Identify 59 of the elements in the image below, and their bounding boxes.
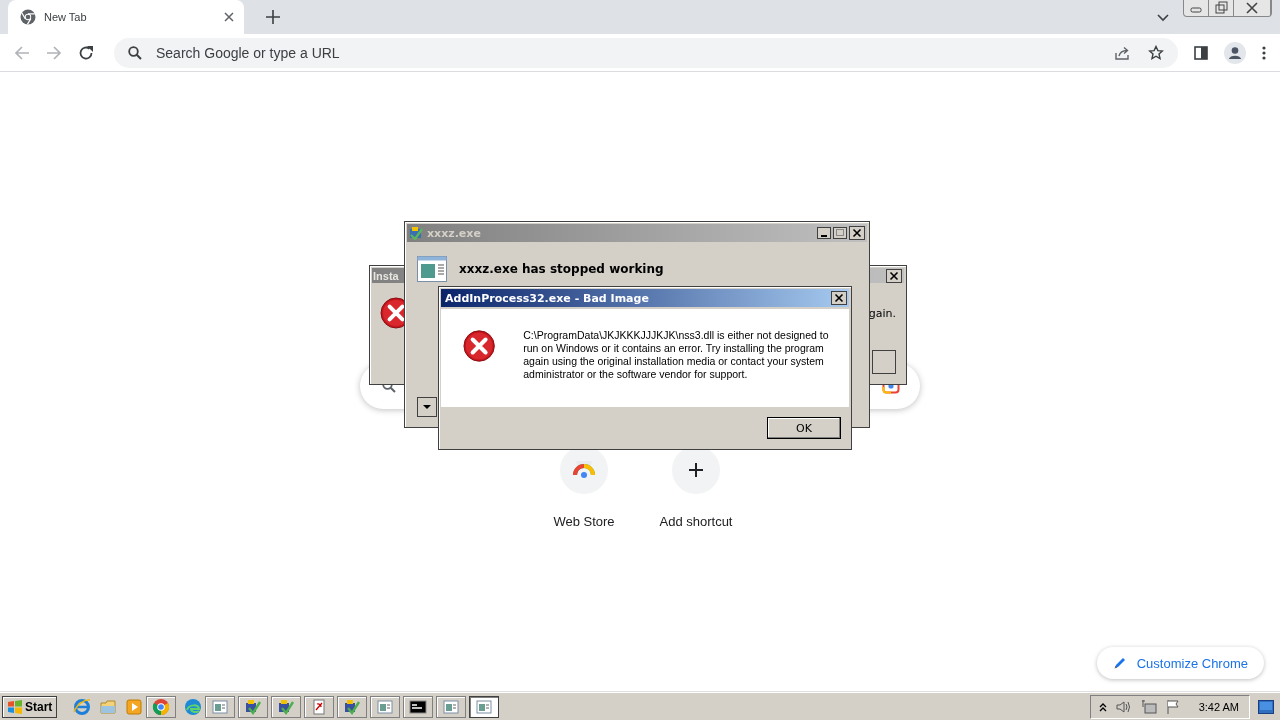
- shortcut-tile[interactable]: Add shortcut: [648, 446, 744, 529]
- share-icon[interactable]: [1114, 44, 1130, 61]
- installer-icon: [244, 697, 263, 716]
- window-title: xxxz.exe: [427, 226, 481, 240]
- console-icon: [409, 697, 428, 716]
- tab-title: New Tab: [44, 11, 88, 23]
- media-player-icon[interactable]: [125, 697, 144, 716]
- dialog-message: C:\ProgramData\JKJKKKJJJKJK\nss3.dll is either not designed to run on Windows or it contains an error. Try installing the program again using the original installation media or contact your system administrator or the software vendor for support.: [523, 329, 829, 382]
- shortcut-tile[interactable]: Web Store: [536, 446, 632, 529]
- address-input[interactable]: Search Google or type a URL: [154, 43, 1096, 62]
- window-icon: [376, 697, 395, 716]
- chrome-icon: [152, 697, 171, 716]
- reload-icon[interactable]: [78, 44, 94, 61]
- dialog-heading: xxxz.exe has stopped working: [459, 262, 664, 276]
- installer-icon: [343, 697, 362, 716]
- customize-chrome-button[interactable]: Customize Chrome: [1096, 647, 1264, 679]
- search-icon: [128, 45, 142, 60]
- error-icon: [463, 329, 496, 363]
- taskbar-button[interactable]: [271, 695, 302, 718]
- window-icon: [442, 697, 461, 716]
- show-hidden-icons-icon[interactable]: [1098, 701, 1107, 712]
- clock[interactable]: 3:42 AM: [1198, 700, 1239, 713]
- network-icon[interactable]: [1140, 698, 1157, 715]
- installer-icon: [409, 226, 423, 240]
- side-panel-icon[interactable]: [1194, 45, 1208, 60]
- taskbar-button[interactable]: [238, 695, 269, 718]
- close-icon[interactable]: [849, 226, 865, 240]
- taskbar-button[interactable]: [469, 695, 500, 718]
- minimize-icon[interactable]: [817, 227, 831, 239]
- start-button[interactable]: Start: [2, 695, 58, 718]
- new-tab-icon[interactable]: [266, 10, 280, 24]
- close-icon[interactable]: [886, 268, 902, 283]
- dialog-message: gain.: [868, 307, 896, 320]
- profile-avatar-icon[interactable]: [1224, 41, 1246, 64]
- close-icon[interactable]: [831, 291, 847, 305]
- close-icon[interactable]: [224, 12, 234, 22]
- browser-tab[interactable]: New Tab: [8, 0, 244, 34]
- dialog-button[interactable]: [872, 350, 896, 374]
- window-title: Insta: [373, 269, 399, 282]
- chrome-icon: [20, 9, 36, 25]
- show-desktop-icon[interactable]: [1258, 699, 1274, 714]
- pencil-icon: [1112, 656, 1127, 670]
- chevron-down-icon[interactable]: [1157, 14, 1169, 22]
- taskbar-button[interactable]: [337, 695, 368, 718]
- program-window-icon: [417, 256, 447, 282]
- ok-button[interactable]: OK: [767, 417, 841, 439]
- taskbar-button[interactable]: [403, 695, 434, 718]
- window-icon: [475, 697, 494, 716]
- windows-logo-icon: [7, 698, 23, 715]
- address-bar[interactable]: Search Google or type a URL: [114, 37, 1178, 68]
- maximize-icon[interactable]: [833, 227, 847, 239]
- star-icon[interactable]: [1148, 44, 1164, 61]
- window-icon: [211, 697, 230, 716]
- installer-icon: [277, 697, 296, 716]
- window-title: AddInProcess32.exe - Bad Image: [445, 291, 649, 305]
- menu-icon[interactable]: [1262, 45, 1266, 60]
- speaker-icon[interactable]: [1114, 699, 1133, 714]
- flag-icon[interactable]: [1164, 698, 1181, 715]
- internet-explorer-icon[interactable]: [73, 697, 92, 716]
